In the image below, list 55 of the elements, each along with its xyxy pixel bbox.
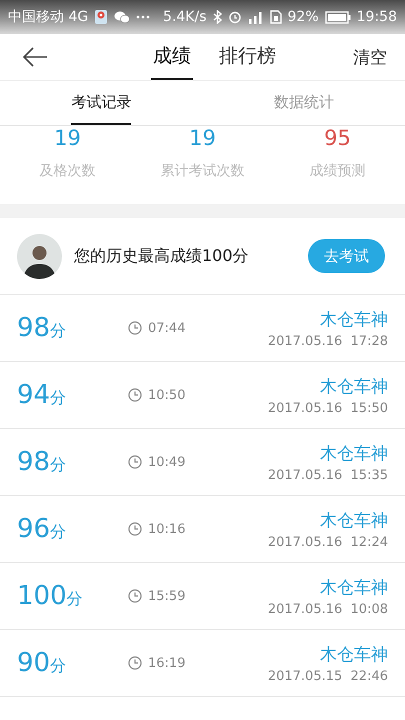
duration-text: 07:44 [148,320,186,336]
tab[interactable]: 考试记录 [71,81,132,125]
more-icon [136,15,150,19]
stat-value: 19 [54,126,81,150]
avatar [17,234,62,278]
duration-text: 15:59 [148,588,186,604]
clock-icon [128,656,142,670]
tab[interactable]: 排行榜 [217,34,278,80]
battery-icon [324,10,351,24]
map-pin-icon [94,9,108,25]
duration-text: 10:50 [148,388,186,402]
user-name: 木仓车神 [320,644,388,666]
user-name: 木仓车神 [320,510,388,532]
clock-text: 19:58 [356,9,397,25]
duration-text: 10:49 [148,454,186,470]
date-text: 2017.05.16 12:24 [268,534,388,550]
date-text: 2017.05.16 15:50 [268,400,388,416]
stat-value: 95 [324,126,351,150]
clock-icon [128,589,142,603]
user-name: 木仓车神 [320,308,388,330]
signal-icon [248,10,264,24]
user-name: 木仓车神 [320,576,388,598]
clock-icon [128,388,142,402]
alarm-icon [228,10,242,24]
score-text: 98分 [17,447,68,477]
score-text: 100分 [17,581,84,611]
stat-value: 19 [189,126,216,150]
user-name: 木仓车神 [320,442,388,464]
score-text: 98分 [17,313,68,343]
stat-label: 成绩预测 [310,162,366,180]
score-text: 90分 [17,648,68,678]
battery-percent-text: 92% [288,9,319,25]
clock-icon [128,455,142,469]
back-arrow-icon[interactable] [22,47,48,67]
stat-label: 累计考试次数 [160,162,244,180]
score-text: 94分 [17,380,68,410]
clock-icon [128,522,142,536]
duration-text: 10:16 [148,522,186,536]
date-text: 2017.05.16 15:35 [268,468,388,482]
date-text: 2017.05.15 22:46 [268,668,388,684]
user-name: 木仓车神 [320,376,388,398]
best-score-text: 您的历史最高成绩100分 [74,246,250,266]
clear-button[interactable]: 清空 [353,46,387,68]
chat-icon [114,10,130,24]
duration-text: 16:19 [148,656,186,670]
date-text: 2017.05.16 10:08 [268,602,388,616]
network-speed-text: 5.4K/s [163,9,207,25]
score-text: 96分 [17,514,68,544]
carrier-text: 中国移动 4G [8,8,88,26]
clock-icon [128,321,142,335]
bluetooth-icon [212,10,222,24]
tab[interactable]: 成绩 [151,34,193,80]
stat-label: 及格次数 [40,162,96,180]
sim-card-icon [270,10,282,24]
date-text: 2017.05.16 17:28 [268,334,388,348]
